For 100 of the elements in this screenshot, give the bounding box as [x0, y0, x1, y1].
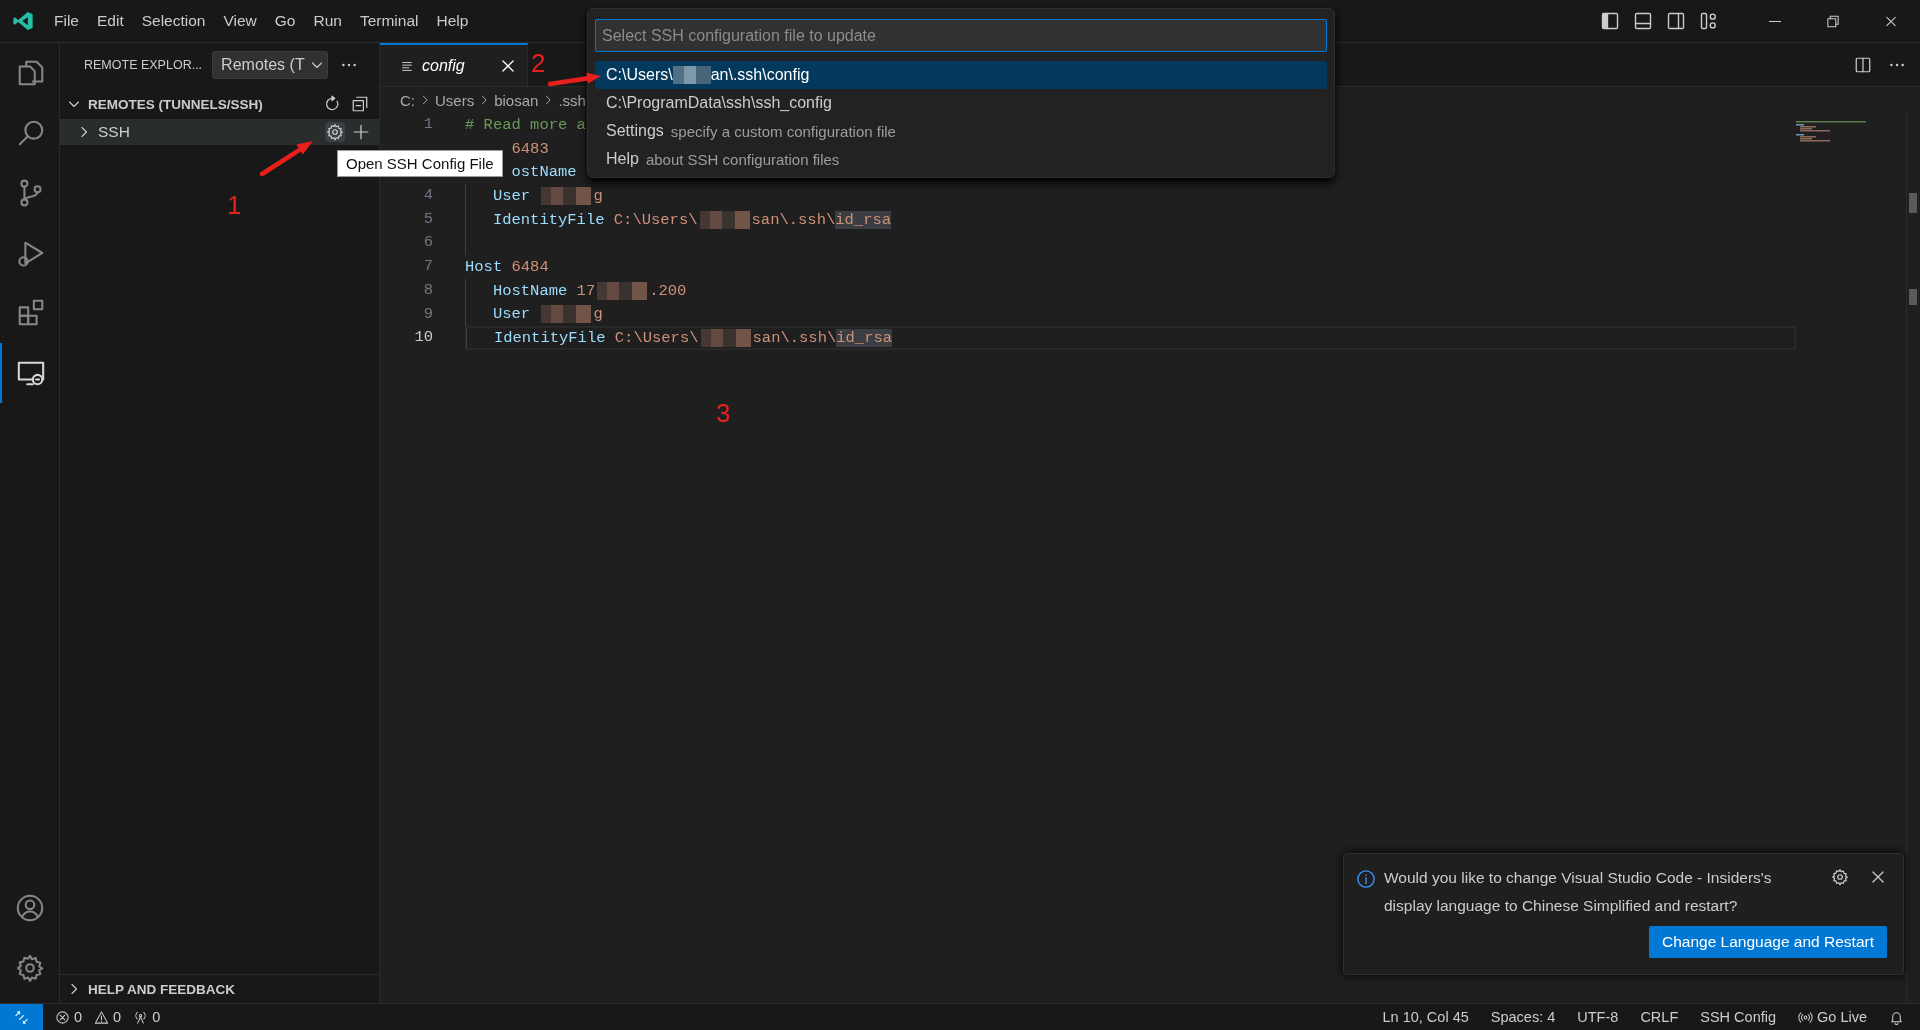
search-field[interactable]: Select SSH configuration file to update [595, 19, 1327, 52]
line-number: 7 [423, 257, 433, 276]
split-editor-icon[interactable] [1854, 55, 1872, 74]
breadcrumb-item[interactable]: C: [400, 91, 415, 109]
refresh-icon[interactable] [323, 95, 341, 113]
settings-icon[interactable] [1831, 868, 1849, 886]
item-label: Settings [606, 122, 664, 140]
list-item[interactable]: C:\ProgramData\ssh\ssh_config [595, 89, 1327, 117]
item-description: specify a custom configuration file [670, 122, 896, 140]
item-label: an\.ssh\config [710, 66, 810, 84]
broadcast-icon[interactable] [1798, 1009, 1813, 1025]
blurred-area [700, 329, 751, 348]
account-icon[interactable] [14, 893, 45, 923]
status-count[interactable]: 0 [74, 1009, 83, 1025]
menu-item[interactable]: Help [427, 9, 478, 33]
breadcrumb-item[interactable]: Users [435, 91, 475, 109]
scroll-marker [1909, 193, 1917, 213]
code-token: # Read more a [465, 115, 586, 134]
plus-icon[interactable] [351, 122, 371, 142]
close-icon[interactable] [1869, 868, 1887, 886]
code-token: g [593, 305, 603, 324]
blurred-area [597, 281, 648, 300]
menu-item[interactable]: File [45, 9, 88, 33]
code-token: san\.ssh\ [751, 210, 836, 229]
line-number: 10 [414, 328, 433, 347]
error-icon[interactable] [55, 1009, 70, 1025]
step-number: 1 [227, 192, 242, 218]
step-number: 3 [716, 400, 731, 426]
code-token: id_rsa [835, 210, 892, 229]
menu-item[interactable]: Run [304, 9, 351, 33]
item-label: C:\ProgramData\ssh\ssh_config [606, 94, 832, 112]
notification-message: Would you like to change Visual Studio Code - Insiders's display language to Chinese Simplified and restart? [1384, 868, 1773, 916]
line-number: 5 [423, 209, 433, 228]
code-token: IdentityFile [492, 210, 605, 229]
list-item[interactable]: C:\Users\ an\.ssh\config [595, 61, 1327, 89]
code-token: 6483 [511, 139, 549, 158]
warning-icon[interactable] [94, 1009, 110, 1025]
status-item[interactable]: CRLF [1640, 1009, 1679, 1025]
code-token: 6484 [511, 257, 549, 276]
antenna-icon[interactable] [133, 1009, 149, 1025]
status-item[interactable]: SSH Config [1700, 1009, 1776, 1025]
bell-icon[interactable] [1889, 1009, 1904, 1025]
line-number: 4 [423, 186, 433, 205]
line-number: 1 [423, 115, 433, 133]
menu-item[interactable]: Go [265, 9, 305, 33]
layout-toggle-icon[interactable] [1666, 11, 1686, 31]
remote-icon [14, 1009, 29, 1025]
breadcrumb-item[interactable]: biosan [494, 91, 539, 109]
code-token: .200 [649, 281, 687, 300]
section-title[interactable]: HELP AND FEEDBACK [88, 981, 235, 997]
line-number: 6 [423, 233, 433, 252]
collapse-all-icon[interactable] [351, 95, 369, 113]
status-item[interactable]: Spaces: 4 [1490, 1009, 1556, 1025]
section-title[interactable]: REMOTES (TUNNELS/SSH) [88, 96, 263, 112]
code-token: g [593, 186, 603, 205]
code-token: Host [465, 257, 503, 276]
panel-title: REMOTE EXPLOR... [84, 58, 203, 72]
status-item[interactable]: Ln 10, Col 45 [1382, 1009, 1469, 1025]
status-item[interactable]: Go Live [1817, 1009, 1867, 1025]
list-item[interactable]: Settings specify a custom configuration file [595, 117, 1327, 145]
code-token: C:\Users\ [614, 329, 699, 348]
tree-item[interactable]: SSH [60, 119, 379, 145]
breadcrumb-item[interactable]: .ssh [558, 91, 586, 109]
menu-item[interactable]: Terminal [350, 9, 428, 33]
status-item[interactable]: UTF-8 [1577, 1009, 1619, 1025]
line-number: 9 [423, 304, 433, 323]
info-icon [1356, 869, 1376, 889]
tooltip: Open SSH Config File [337, 150, 503, 177]
tree-label: SSH [98, 123, 130, 141]
editor-tab[interactable]: config [380, 43, 528, 86]
blurred-area [541, 186, 592, 205]
code-token: id_rsa [836, 329, 893, 348]
blurred-area [699, 210, 750, 229]
layout-toggle-icon[interactable] [1699, 11, 1719, 31]
step-number: 2 [531, 50, 546, 76]
status-count[interactable]: 0 [113, 1009, 122, 1025]
change-language-button[interactable]: Change Language and Restart [1649, 926, 1887, 958]
code-token: san\.ssh\ [752, 329, 837, 348]
line-number: 8 [423, 280, 433, 299]
status-count[interactable]: 0 [152, 1009, 161, 1025]
layout-toggle-icon[interactable] [1633, 11, 1653, 31]
code-token: C:\Users\ [613, 210, 698, 229]
code-token: 17 [576, 281, 596, 300]
settings-icon[interactable] [14, 953, 45, 983]
code-token: User [492, 186, 531, 205]
list-item[interactable]: Help about SSH configuration files [595, 145, 1327, 173]
app-logo [12, 10, 34, 32]
settings-icon[interactable] [325, 122, 345, 142]
blurred-area [672, 66, 711, 84]
menu-item[interactable]: Selection [132, 9, 215, 33]
code-token: User [492, 305, 531, 324]
code-token: HostName [492, 281, 568, 300]
item-label: C:\Users\ [606, 66, 673, 84]
menu-item[interactable]: View [214, 9, 266, 33]
item-description: about SSH configuration files [645, 150, 840, 168]
layout-toggle-icon[interactable] [1600, 11, 1620, 31]
view-dropdown[interactable]: Remotes (T [212, 51, 329, 79]
blurred-area [541, 305, 592, 324]
remote-button[interactable] [0, 1004, 43, 1030]
menu-item[interactable]: Edit [88, 9, 133, 33]
